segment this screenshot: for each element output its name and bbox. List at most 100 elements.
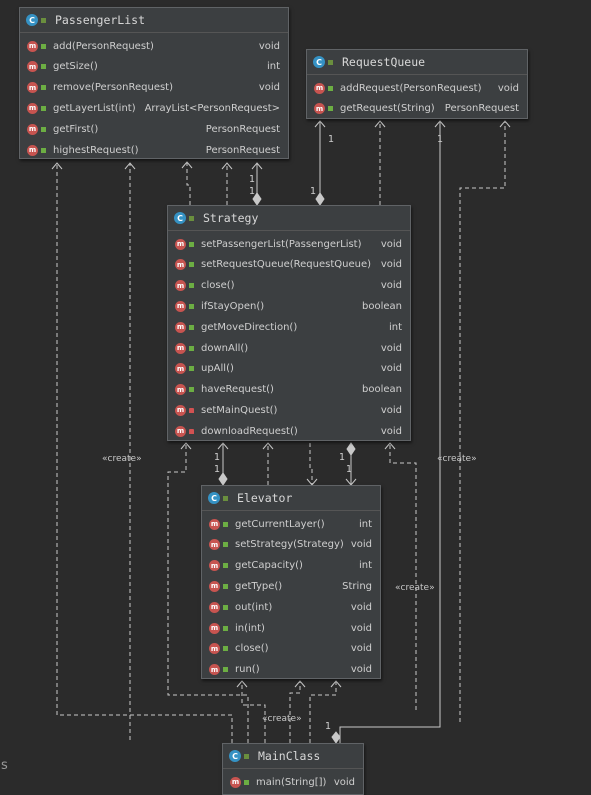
method-row[interactable]: m setRequestQueue(RequestQueue) void (168, 255, 410, 275)
method-icon: m (27, 102, 38, 114)
method-row[interactable]: m downloadRequest() void (168, 421, 410, 441)
public-marker-icon (244, 753, 249, 759)
method-row[interactable]: m haveRequest() boolean (168, 380, 410, 400)
method-row[interactable]: m in(int) void (202, 618, 380, 638)
class-icon: C (26, 14, 38, 26)
method-row[interactable]: m getMoveDirection() int (168, 317, 410, 337)
method-return-type: void (497, 82, 519, 94)
class-strategy[interactable]: C Strategy m setPassengerList(PassengerLi… (167, 205, 411, 441)
method-row[interactable]: m close() void (168, 276, 410, 296)
method-name: ifStayOpen() (201, 300, 265, 312)
diamond-strategy-elevator (346, 442, 356, 456)
class-requestqueue[interactable]: C RequestQueue m addRequest(PersonRequest… (306, 49, 528, 119)
class-icon: C (229, 750, 241, 762)
method-return-type: PersonRequest (205, 123, 280, 135)
public-marker-icon (41, 43, 46, 49)
diamond-strategy-requestqueue (315, 192, 325, 206)
method-row[interactable]: m getType() String (202, 576, 380, 596)
method-name: getCurrentLayer() (235, 518, 325, 530)
method-icon: m (209, 518, 220, 530)
method-row[interactable]: m getCapacity() int (202, 556, 380, 576)
method-row[interactable]: m setPassengerList(PassengerList) void (168, 234, 410, 254)
method-row[interactable]: m getCurrentLayer() int (202, 514, 380, 534)
public-marker-icon (223, 667, 228, 673)
diamond-mainclass-requestqueue (331, 731, 341, 744)
method-row[interactable]: m remove(PersonRequest) void (20, 78, 288, 98)
method-name: run() (235, 664, 260, 676)
method-row[interactable]: m out(int) void (202, 597, 380, 617)
class-icon: C (208, 492, 220, 504)
method-icon: m (209, 539, 220, 551)
method-return-type: void (350, 539, 372, 551)
public-marker-icon (189, 283, 194, 289)
method-return-type: void (258, 82, 280, 94)
method-name: remove(PersonRequest) (53, 82, 173, 94)
method-row[interactable]: m ifStayOpen() boolean (168, 296, 410, 316)
public-marker-icon (223, 495, 228, 501)
method-icon: m (175, 321, 186, 333)
mult-1: 1 (339, 452, 345, 463)
method-icon: m (175, 280, 186, 292)
method-icon: m (27, 82, 38, 94)
method-row[interactable]: m getSize() int (20, 57, 288, 77)
method-name: getType() (235, 580, 283, 592)
method-return-type: String (342, 580, 372, 592)
method-return-type: void (350, 601, 372, 613)
method-name: addRequest(PersonRequest) (340, 82, 482, 94)
method-icon: m (175, 384, 186, 396)
public-marker-icon (41, 105, 46, 111)
class-mainclass[interactable]: C MainClass m main(String[]) void (222, 743, 364, 795)
private-lock-icon (189, 407, 194, 413)
method-name: setPassengerList(PassengerList) (201, 238, 362, 250)
public-marker-icon (41, 64, 46, 70)
method-icon: m (175, 425, 186, 437)
method-name: close() (201, 280, 235, 292)
method-row[interactable]: m main(String[]) void (223, 772, 363, 792)
public-marker-icon (189, 324, 194, 330)
method-row[interactable]: m setStrategy(Strategy) void (202, 535, 380, 555)
public-marker-icon (189, 345, 194, 351)
method-row[interactable]: m addRequest(PersonRequest) void (307, 78, 527, 98)
mult-1: 1 (249, 174, 255, 185)
method-name: setMainQuest() (201, 404, 278, 416)
method-icon: m (314, 82, 325, 94)
mult-1: 1 (325, 721, 331, 732)
method-row[interactable]: m close() void (202, 639, 380, 659)
class-elevator[interactable]: C Elevator m getCurrentLayer() int m setStra… (201, 485, 381, 679)
method-name: upAll() (201, 363, 234, 375)
method-icon: m (175, 259, 186, 271)
method-row[interactable]: m getRequest(String) PersonRequest (307, 99, 527, 119)
method-name: in(int) (235, 622, 265, 634)
method-name: getCapacity() (235, 560, 303, 572)
public-marker-icon (223, 542, 228, 548)
class-icon: C (313, 56, 325, 68)
method-row[interactable]: m getLayerList(int) ArrayList<PersonReques… (20, 98, 288, 118)
label-create-passengerlist: «create» (102, 454, 142, 464)
method-return-type: void (380, 238, 402, 250)
method-return-type: boolean (362, 384, 402, 396)
edge-mainclass-to-requestqueue-create (459, 121, 506, 722)
method-name: setStrategy(Strategy) (235, 539, 344, 551)
method-name: downloadRequest() (201, 425, 298, 437)
method-icon: m (175, 404, 186, 416)
method-row[interactable]: m getFirst() PersonRequest (20, 119, 288, 139)
method-return-type: void (380, 342, 402, 354)
mult-1: 1 (346, 464, 352, 475)
method-row[interactable]: m upAll() void (168, 359, 410, 379)
public-marker-icon (328, 85, 333, 91)
method-row[interactable]: m highestRequest() PersonRequest (20, 140, 288, 160)
method-return-type: void (258, 40, 280, 52)
method-return-type: void (380, 425, 402, 437)
mult-1: 1 (310, 186, 316, 197)
method-row[interactable]: m add(PersonRequest) void (20, 36, 288, 56)
method-return-type: int (266, 61, 280, 73)
mult-1: 1 (249, 186, 255, 197)
method-name: getSize() (53, 61, 98, 73)
method-icon: m (175, 238, 186, 250)
method-row[interactable]: m run() void (202, 660, 380, 680)
edge-strategy-to-elevator-b (309, 443, 313, 485)
class-header: C Strategy (168, 206, 410, 231)
method-row[interactable]: m downAll() void (168, 338, 410, 358)
method-row[interactable]: m setMainQuest() void (168, 400, 410, 420)
class-passengerlist[interactable]: C PassengerList m add(PersonRequest) void m… (19, 7, 289, 159)
